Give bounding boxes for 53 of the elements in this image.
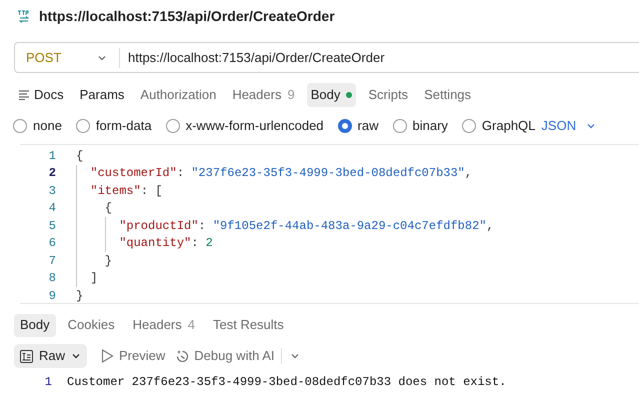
- format-dropdown[interactable]: Raw: [14, 344, 88, 368]
- request-tab[interactable]: Body: [306, 83, 356, 107]
- line-number: 3: [48, 182, 57, 200]
- code-line: {: [104, 200, 112, 218]
- radio-option[interactable]: form-data: [76, 116, 152, 136]
- response-tab[interactable]: Cookies: [62, 314, 121, 336]
- code-editor[interactable]: 1 { 2 "customerId": "237f6e23-35f3-4999-3bed-08dedfc07b33", 3 "items": [ 4 { 5 "productId": "9f105e2f-44ab-483a-9a29-c04c7efdfb82", 6 "quantity": 2 7 } 8 ] 9 }: [20, 144, 639, 304]
- request-title: https://localhost:7153/api/Order/CreateOrder: [39, 6, 335, 26]
- play-icon: [101, 349, 114, 363]
- chevron-icon: [586, 121, 596, 131]
- method-dropdown[interactable]: POST: [15, 43, 119, 72]
- radio-option[interactable]: x-www-form-urlencoded: [166, 116, 324, 136]
- code-line: "quantity": 2: [118, 235, 213, 252]
- chevron-icon[interactable]: [290, 351, 300, 361]
- radio-option[interactable]: binary: [392, 116, 448, 136]
- line-number: 6: [48, 235, 57, 252]
- request-tab[interactable]: Params: [76, 83, 128, 107]
- chevron-icon: [71, 351, 82, 361]
- response-tab[interactable]: Headers 4: [126, 314, 201, 336]
- line-number: 9: [48, 288, 57, 305]
- code-line: }: [76, 288, 84, 305]
- language-dropdown[interactable]: JSON: [541, 116, 596, 136]
- line-number: 4: [48, 200, 57, 218]
- url-bar[interactable]: POST https://localhost:7153/api/Order/CreateOrder: [14, 42, 639, 73]
- preview-button[interactable]: Preview: [101, 346, 166, 366]
- radio-option[interactable]: raw: [338, 116, 378, 136]
- request-tab[interactable]: Headers 9: [228, 83, 299, 107]
- text-format-icon: [20, 350, 33, 362]
- request-tab[interactable]: Docs: [14, 83, 68, 107]
- request-tab[interactable]: Settings: [420, 83, 476, 107]
- radio-option[interactable]: none: [13, 116, 62, 136]
- line-number: 2: [48, 165, 57, 182]
- line-number: 1: [48, 148, 57, 165]
- sparkle-circle-icon: [175, 348, 190, 364]
- response-tab[interactable]: Test Results: [206, 314, 290, 336]
- request-tab[interactable]: Authorization: [136, 83, 220, 107]
- code-line: "items": [: [89, 182, 162, 200]
- code-line: "productId": "9f105e2f-44ab-483a-9a29-c04c7efdfb82",: [118, 218, 494, 235]
- code-line: ]: [89, 270, 98, 288]
- response-text: Customer 237f6e23-35f3-4999-3bed-08dedfc07b33 does not exist.: [67, 374, 506, 391]
- line-number: 5: [48, 218, 57, 235]
- debug-button[interactable]: Debug with AI: [175, 346, 274, 366]
- http-icon: [17, 9, 31, 23]
- code-line: {: [76, 148, 84, 165]
- line-number: 1: [44, 374, 53, 391]
- lines-icon: [18, 90, 30, 100]
- code-line: }: [104, 252, 112, 270]
- line-number: 8: [48, 270, 57, 288]
- code-line: "customerId": "237f6e23-35f3-4999-3bed-08dedfc07b33",: [89, 165, 472, 182]
- radio-option[interactable]: GraphQL: [462, 116, 536, 136]
- request-tab[interactable]: Scripts: [364, 83, 412, 107]
- line-number: 7: [48, 252, 57, 270]
- response-tab[interactable]: Body: [14, 314, 56, 336]
